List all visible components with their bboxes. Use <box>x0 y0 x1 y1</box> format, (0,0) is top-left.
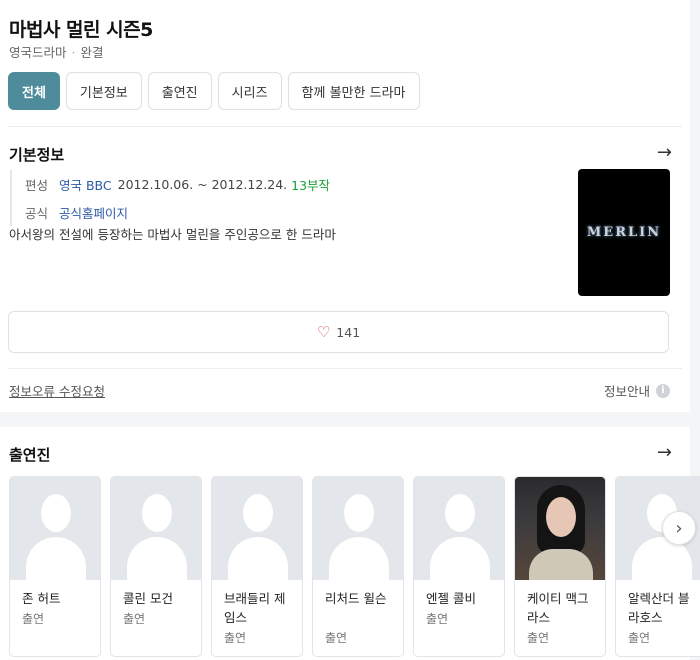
divider <box>8 126 682 127</box>
info-guide-label: 정보안내 <box>603 384 650 399</box>
schedule-label: 편성 <box>25 177 49 193</box>
cast-name: 리처드 윌슨 <box>325 591 387 606</box>
cast-member-card[interactable]: 콜린 모건 출연 <box>110 476 202 657</box>
cast-name: 케이티 맥그라스 <box>527 591 589 625</box>
tab-cast[interactable]: 출연진 <box>147 72 212 110</box>
placeholder-avatar-icon <box>10 477 100 580</box>
official-row: 공식 공식홈페이지 <box>25 198 330 226</box>
air-dates: 2012.10.06. ~ 2012.12.24. <box>117 176 288 192</box>
cast-role: 출연 <box>325 631 348 645</box>
country-label: 영국드라마 <box>9 45 67 60</box>
schedule-row: 편성 영국 BBC 2012.10.06. ~ 2012.12.24. 13부작 <box>25 170 330 198</box>
official-label: 공식 <box>25 205 49 221</box>
like-count: 141 <box>336 324 361 340</box>
like-button[interactable]: ♡ 141 <box>8 311 669 353</box>
separator-dot: · <box>71 45 76 60</box>
placeholder-avatar-icon <box>414 477 504 580</box>
tab-basic-info[interactable]: 기본정보 <box>65 72 142 110</box>
drama-description: 아서왕의 전설에 등장하는 마법사 멀린을 주인공으로 한 드라마 <box>9 227 336 242</box>
page-title: 마법사 멀린 시즌5 <box>9 19 153 41</box>
report-error-link[interactable]: 정보오류 수정요청 <box>9 381 105 400</box>
info-block: 편성 영국 BBC 2012.10.06. ~ 2012.12.24. 13부작… <box>10 170 330 226</box>
official-homepage-link[interactable]: 공식홈페이지 <box>59 203 128 222</box>
cast-name: 존 허트 <box>22 591 61 606</box>
cast-member-card[interactable]: 엔젤 콜비 출연 <box>413 476 505 657</box>
placeholder-avatar-icon <box>111 477 201 580</box>
next-chevron-icon[interactable]: › <box>662 511 696 545</box>
tab-similar-dramas[interactable]: 함께 볼만한 드라마 <box>287 72 420 110</box>
heart-icon: ♡ <box>316 323 331 341</box>
placeholder-avatar-icon <box>313 477 403 580</box>
status-label: 완결 <box>80 45 104 60</box>
broadcaster-link[interactable]: 영국 BBC <box>59 175 112 194</box>
cast-member-card[interactable]: 케이티 맥그라스 출연 <box>514 476 606 657</box>
episode-count: 13부작 <box>291 177 331 193</box>
cast-name: 알렉산더 블라호스 <box>628 591 690 625</box>
cast-role: 출연 <box>628 631 651 645</box>
cast-name: 엔젤 콜비 <box>426 591 476 606</box>
basic-info-heading: 기본정보 <box>9 146 65 164</box>
cast-member-card[interactable]: 브래들리 제임스 출연 <box>211 476 303 657</box>
cast-photo <box>515 477 605 580</box>
info-icon: i <box>656 383 670 398</box>
cast-role: 출연 <box>527 631 550 645</box>
cast-role: 출연 <box>22 612 45 626</box>
cast-arrow-icon[interactable]: → <box>657 442 672 463</box>
info-guide-link[interactable]: 정보안내 i <box>604 381 670 400</box>
cast-list: 존 허트 출연 콜린 모건 출연 브래들리 제임스 출연 리처드 윌슨 출연 엔… <box>9 476 700 657</box>
tab-all[interactable]: 전체 <box>8 72 60 110</box>
tab-series[interactable]: 시리즈 <box>217 72 282 110</box>
poster-logo: MERLIN <box>586 225 662 240</box>
cast-member-card[interactable]: 알렉산더 블라호스 출연 <box>615 476 700 657</box>
cast-name: 브래들리 제임스 <box>224 591 286 625</box>
basic-info-arrow-icon[interactable]: → <box>657 142 672 163</box>
placeholder-avatar-icon <box>212 477 302 580</box>
cast-member-card[interactable]: 리처드 윌슨 출연 <box>312 476 404 657</box>
cast-role: 출연 <box>123 612 146 626</box>
cast-role: 출연 <box>224 631 247 645</box>
cast-member-card[interactable]: 존 허트 출연 <box>9 476 101 657</box>
tab-bar: 전체 기본정보 출연진 시리즈 함께 볼만한 드라마 <box>8 72 420 110</box>
poster-image[interactable]: MERLIN <box>578 169 670 296</box>
cast-name: 콜린 모건 <box>123 591 173 606</box>
divider <box>8 368 682 369</box>
cast-card-section: 출연진 → 존 허트 출연 콜린 모건 출연 브래들리 제임스 출연 리처드 윌… <box>0 427 700 660</box>
cast-heading: 출연진 <box>9 446 51 464</box>
cast-role: 출연 <box>426 612 449 626</box>
drama-info-card: 마법사 멀린 시즌5 영국드라마 · 완결 전체 기본정보 출연진 시리즈 함께 볼… <box>0 0 690 412</box>
drama-subtitle: 영국드라마 · 완결 <box>9 42 104 61</box>
